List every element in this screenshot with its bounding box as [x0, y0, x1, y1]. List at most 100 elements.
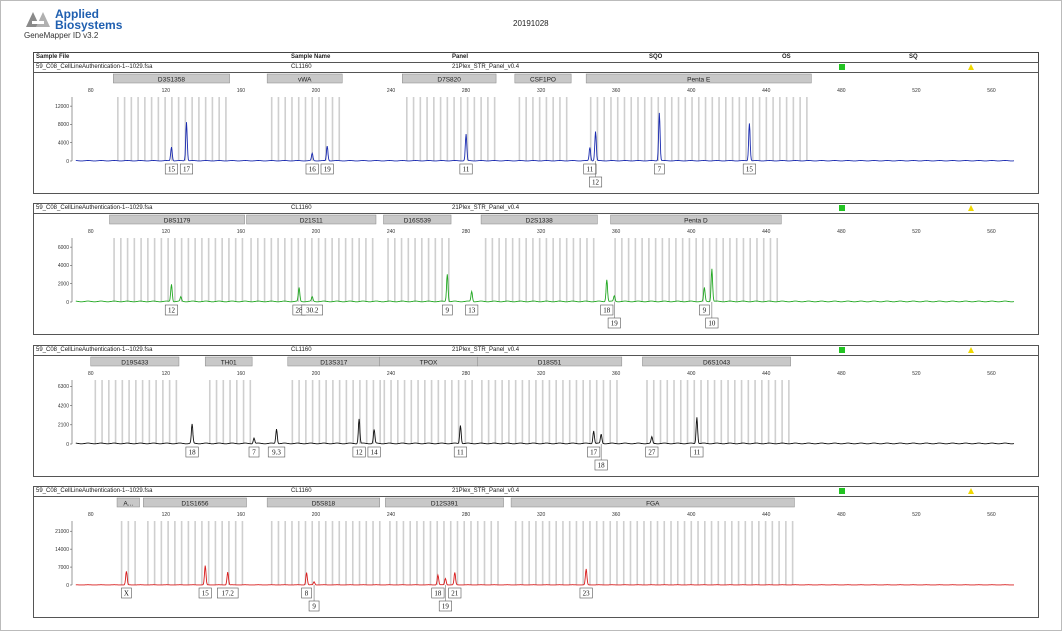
- allele-label: 27: [648, 449, 656, 457]
- allele-bin: [637, 97, 639, 161]
- allele-call[interactable]: 9.3: [267, 446, 286, 458]
- allele-bin: [198, 97, 200, 161]
- allele-call[interactable]: 17: [587, 446, 601, 458]
- allele-call[interactable]: 23: [579, 587, 593, 599]
- locus-label-1[interactable]: D1S1656: [143, 497, 247, 507]
- allele-bin: [168, 380, 171, 444]
- locus-label-1[interactable]: vWA: [266, 73, 343, 83]
- locus-label-4[interactable]: FGA: [510, 497, 795, 507]
- allele-bin: [650, 97, 653, 161]
- allele-call[interactable]: 11: [453, 446, 467, 458]
- locus-label-3[interactable]: TPOX: [379, 356, 478, 366]
- locus-label-1[interactable]: TH01: [204, 356, 253, 366]
- locus-label-3[interactable]: D12S391: [385, 497, 504, 507]
- allele-call[interactable]: 18: [600, 304, 614, 316]
- allele-label: 30.2: [306, 307, 319, 315]
- allele-label: 15: [202, 590, 210, 598]
- allele-call[interactable]: 21: [448, 587, 462, 599]
- locus-label-0[interactable]: A...: [116, 497, 140, 507]
- locus-label-1[interactable]: D21S11: [246, 214, 377, 224]
- allele-bin: [756, 238, 758, 302]
- locus-label-0[interactable]: D3S1358: [113, 73, 230, 83]
- allele-call[interactable]: 11: [459, 163, 473, 175]
- allele-call[interactable]: 27: [645, 446, 659, 458]
- size-tick-label: 400: [687, 512, 696, 518]
- size-tick-label: 200: [312, 229, 321, 235]
- size-tick-label: 80: [88, 88, 94, 94]
- allele-bin: [683, 521, 686, 585]
- locus-label-2[interactable]: D5S818: [266, 497, 380, 507]
- allele-call[interactable]: 18: [431, 587, 445, 599]
- allele-bin: [491, 238, 494, 302]
- allele-bin: [153, 238, 156, 302]
- allele-bin: [494, 380, 497, 444]
- locus-name: Penta E: [687, 76, 711, 83]
- size-tick-label: 160: [237, 371, 246, 377]
- allele-bin: [734, 380, 736, 444]
- allele-call[interactable]: 12: [352, 446, 366, 458]
- allele-call[interactable]: 15: [164, 163, 178, 175]
- allele-bin: [729, 238, 731, 302]
- allele-label: 10: [708, 320, 716, 328]
- status-yellow-triangle-icon: [968, 347, 974, 353]
- allele-call[interactable]: 13: [465, 304, 479, 316]
- allele-call[interactable]: 18: [185, 446, 199, 458]
- locus-label-0[interactable]: D19S433: [90, 356, 180, 366]
- allele-call[interactable]: 7: [248, 446, 260, 458]
- allele-call[interactable]: 15: [742, 163, 756, 175]
- locus-label-2[interactable]: D7S820: [402, 73, 497, 83]
- allele-bin: [697, 521, 699, 585]
- allele-bin: [518, 238, 521, 302]
- locus-label-4[interactable]: Penta D: [610, 214, 782, 224]
- allele-call[interactable]: X: [121, 587, 132, 599]
- allele-call[interactable]: 8: [301, 587, 312, 599]
- allele-bin: [446, 97, 449, 161]
- allele-call[interactable]: 16: [305, 163, 319, 175]
- locus-label-2[interactable]: D13S317: [287, 356, 380, 366]
- allele-call[interactable]: 30.2: [301, 304, 323, 316]
- status-yellow-triangle-icon: [968, 64, 974, 70]
- allele-call[interactable]: 12: [164, 304, 178, 316]
- panel-name: 21Plex_STR_Panel_v0.4: [452, 205, 520, 211]
- allele-call[interactable]: 17: [179, 163, 193, 175]
- allele-bin: [225, 97, 227, 161]
- allele-bin: [521, 521, 524, 585]
- allele-call[interactable]: 17.2: [217, 587, 239, 599]
- locus-label-3[interactable]: CSF1PO: [514, 73, 572, 83]
- allele-bin: [242, 380, 245, 444]
- allele-bin: [749, 238, 752, 302]
- allele-bin: [532, 238, 534, 302]
- allele-call[interactable]: 11: [690, 446, 704, 458]
- allele-bin: [568, 521, 571, 585]
- locus-label-2[interactable]: D16S539: [383, 214, 452, 224]
- allele-bin: [545, 97, 548, 161]
- allele-call[interactable]: 14: [367, 446, 381, 458]
- locus-label-3[interactable]: D2S1338: [480, 214, 598, 224]
- allele-bin: [691, 97, 693, 161]
- allele-bin: [317, 238, 320, 302]
- allele-call[interactable]: 9: [441, 304, 453, 316]
- allele-bin: [400, 238, 403, 302]
- size-tick-label: 400: [687, 88, 696, 94]
- allele-call[interactable]: 9: [699, 304, 710, 316]
- allele-bin: [177, 97, 180, 161]
- electropherogram-panel-red: 59_C08_CellLineAuthentication-1--1029.fs…: [33, 486, 1039, 618]
- sample-name: CL1160: [291, 347, 312, 353]
- locus-label-5[interactable]: D6S1043: [642, 356, 791, 366]
- allele-bin: [511, 238, 514, 302]
- locus-label-0[interactable]: D8S1179: [109, 214, 245, 224]
- allele-bin: [586, 238, 588, 302]
- locus-label-4[interactable]: D18S51: [477, 356, 623, 366]
- allele-bin: [654, 238, 657, 302]
- allele-bin: [379, 380, 381, 444]
- allele-call[interactable]: 15: [198, 587, 212, 599]
- allele-bin: [559, 238, 561, 302]
- allele-call[interactable]: 7: [654, 163, 665, 175]
- locus-name: D16S539: [404, 217, 431, 224]
- allele-call[interactable]: 11: [583, 163, 597, 175]
- allele-bin: [371, 238, 374, 302]
- allele-bin: [589, 380, 591, 444]
- allele-bin: [429, 521, 432, 585]
- allele-call[interactable]: 19: [320, 163, 334, 175]
- locus-label-4[interactable]: Penta E: [585, 73, 812, 83]
